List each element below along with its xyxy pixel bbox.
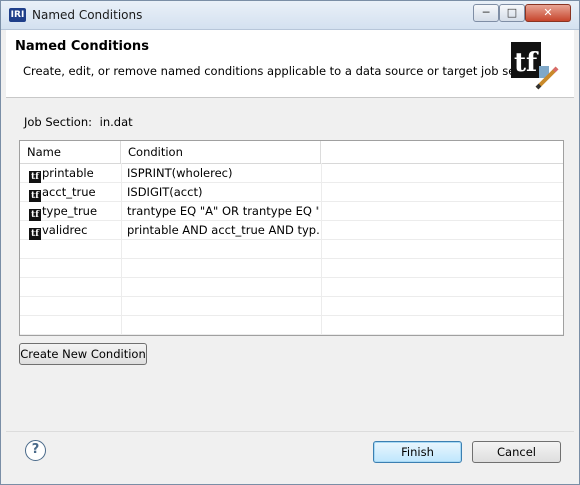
header-description: Create, edit, or remove named conditions…: [23, 64, 544, 78]
window-title: Named Conditions: [32, 8, 143, 22]
dialog-header: Named Conditions Create, edit, or remove…: [6, 30, 574, 98]
condition-name: printable: [42, 166, 94, 180]
condition-expression: trantype EQ "A" OR trantype EQ "...: [127, 204, 319, 218]
table-row[interactable]: tf validrec printable AND acct_true AND t…: [20, 221, 563, 240]
column-header-name[interactable]: Name: [20, 141, 121, 163]
header-title: Named Conditions: [15, 39, 149, 54]
dialog-window: IRI Named Conditions ─ □ ✕ Named Conditi…: [0, 0, 580, 485]
tf-logo-icon: tf: [511, 42, 559, 90]
table-row[interactable]: tf printable ISPRINT(wholerec): [20, 164, 563, 183]
tf-condition-icon: tf: [29, 190, 41, 202]
column-header-condition[interactable]: Condition: [121, 141, 321, 163]
tf-condition-icon: tf: [29, 171, 41, 183]
job-section-label: Job Section:: [24, 115, 92, 129]
empty-row[interactable]: [20, 278, 563, 297]
condition-expression: ISPRINT(wholerec): [127, 166, 233, 180]
empty-row[interactable]: [20, 259, 563, 278]
create-new-condition-button[interactable]: Create New Condition: [19, 343, 147, 365]
close-button[interactable]: ✕: [525, 4, 571, 22]
svg-text:tf: tf: [514, 48, 539, 78]
job-section: Job Section: in.dat: [24, 115, 133, 129]
footer-divider: [6, 431, 574, 432]
table-row[interactable]: tf type_true trantype EQ "A" OR trantype …: [20, 202, 563, 221]
condition-expression: ISDIGIT(acct): [127, 185, 203, 199]
tf-condition-icon: tf: [29, 209, 41, 221]
table-header: Name Condition: [20, 141, 563, 164]
empty-row[interactable]: [20, 316, 563, 335]
tf-condition-icon: tf: [29, 228, 41, 240]
condition-name: acct_true: [42, 185, 96, 199]
app-icon: IRI: [9, 8, 26, 22]
condition-expression: printable AND acct_true AND typ...: [127, 223, 319, 237]
empty-row[interactable]: [20, 240, 563, 259]
help-icon[interactable]: ?: [25, 440, 46, 461]
cancel-button[interactable]: Cancel: [472, 441, 561, 463]
finish-button[interactable]: Finish: [373, 441, 462, 463]
minimize-button[interactable]: ─: [473, 4, 499, 22]
conditions-table[interactable]: Name Condition tf printable ISPRINT(whole…: [19, 140, 564, 336]
job-section-value: in.dat: [99, 115, 133, 129]
table-row[interactable]: tf acct_true ISDIGIT(acct): [20, 183, 563, 202]
title-bar[interactable]: IRI Named Conditions ─ □ ✕: [1, 1, 579, 30]
maximize-button[interactable]: □: [499, 4, 525, 22]
condition-name: validrec: [42, 223, 88, 237]
condition-name: type_true: [42, 204, 98, 218]
empty-row[interactable]: [20, 297, 563, 316]
